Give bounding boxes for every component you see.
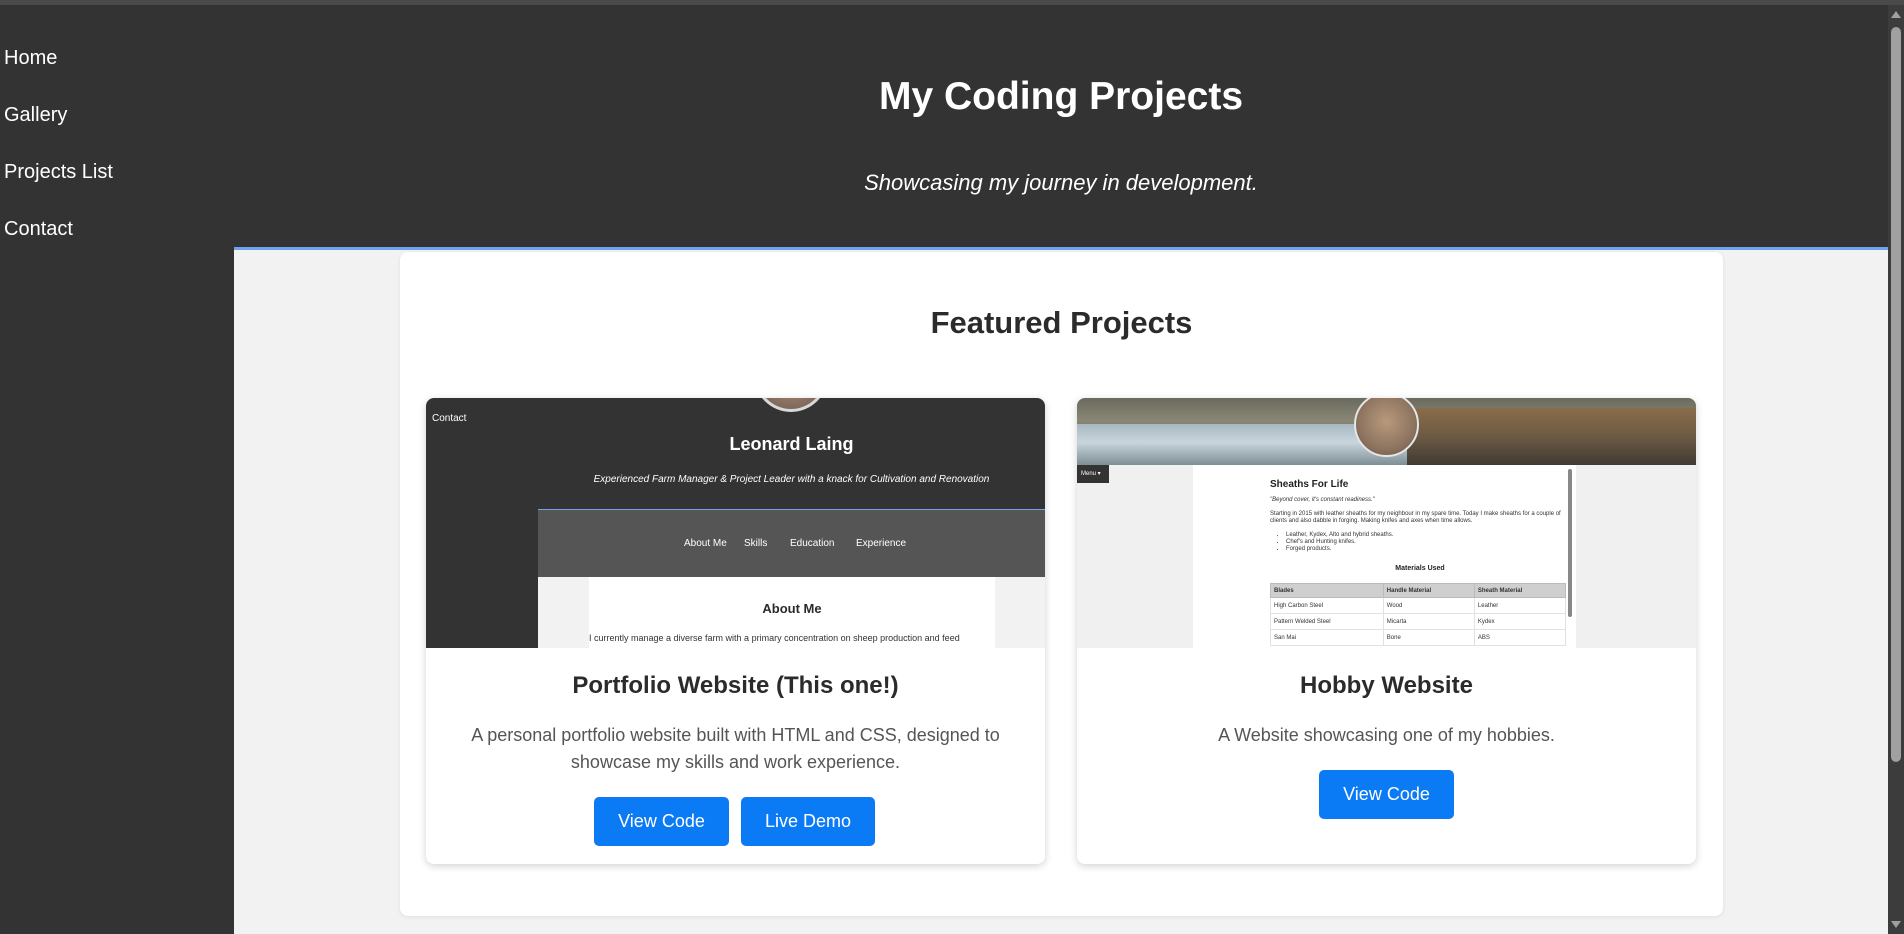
project-title: Hobby Website — [1300, 672, 1473, 699]
project-title: Portfolio Website (This one!) — [572, 672, 899, 699]
project-card-hobby: Menu ▾ Sheaths For Life "Beyond cover, i… — [1077, 398, 1696, 864]
list-item: Forged products. — [1286, 546, 1393, 553]
thumbnail-content: About Me I currently manage a diverse fa… — [589, 577, 995, 648]
sidebar-item-home[interactable]: Home — [4, 47, 57, 70]
thumbnail-content: Sheaths For Life "Beyond cover, it's con… — [1193, 465, 1576, 648]
page-scrollbar[interactable] — [1888, 5, 1904, 934]
table-row: San Mai Bone ABS — [1270, 629, 1567, 646]
thumbnail-hills-image — [1407, 408, 1696, 465]
main-content: Featured Projects Contact Leonard Laing … — [234, 250, 1888, 934]
table-row: High Carbon Steel Wood Leather — [1270, 597, 1567, 614]
sidebar-item-gallery[interactable]: Gallery — [4, 104, 67, 127]
live-demo-button[interactable]: Live Demo — [741, 797, 875, 846]
thumbnail-scrollbar — [1568, 469, 1572, 617]
thumbnail-nav-item: Experience — [856, 538, 907, 549]
page-tagline: Showcasing my journey in development. — [864, 170, 1258, 195]
project-thumbnail-portfolio: Contact Leonard Laing Experienced Farm M… — [426, 398, 1045, 648]
table-header-cell: Sheath Material — [1473, 583, 1567, 598]
table-cell: Pattern Welded Steel — [1270, 613, 1384, 630]
thumbnail-tagline: Experienced Farm Manager & Project Leade… — [593, 474, 990, 485]
table-header-row: Blades Handle Material Sheath Material — [1270, 583, 1567, 598]
thumbnail-nav-item: Education — [790, 538, 835, 549]
thumbnail-text: I currently manage a diverse farm with a… — [589, 633, 960, 643]
project-card-portfolio: Contact Leonard Laing Experienced Farm M… — [426, 398, 1045, 864]
table-cell: ABS — [1473, 629, 1567, 646]
page-title: My Coding Projects — [878, 75, 1244, 118]
table-cell: Leather — [1473, 597, 1567, 614]
thumbnail-table-title: Materials Used — [1395, 565, 1445, 572]
sidebar-item-contact[interactable]: Contact — [4, 218, 73, 241]
table-header-cell: Blades — [1270, 583, 1384, 598]
section-title: Featured Projects — [930, 305, 1193, 340]
scroll-down-arrow-icon[interactable] — [1891, 921, 1901, 928]
thumbnail-nav: About Me Skills Education Experience — [538, 510, 1045, 577]
thumbnail-nav-item: Skills — [744, 538, 768, 549]
sidebar: Home Gallery Projects List Contact — [0, 5, 234, 934]
view-code-button[interactable]: View Code — [594, 797, 729, 846]
sidebar-item-projects-list[interactable]: Projects List — [4, 161, 113, 184]
project-thumbnail-hobby: Menu ▾ Sheaths For Life "Beyond cover, i… — [1077, 398, 1696, 648]
table-cell: Micarta — [1382, 613, 1475, 630]
table-row: Pattern Welded Steel Micarta Kydex — [1270, 613, 1567, 630]
thumbnail-quote: "Beyond cover, it's constant readiness." — [1270, 497, 1375, 503]
materials-table: Blades Handle Material Sheath Material H… — [1270, 583, 1567, 646]
table-cell: High Carbon Steel — [1270, 597, 1384, 614]
list-item: Chef's and Hunting knifes. — [1286, 539, 1393, 546]
page-header: My Coding Projects Showcasing my journey… — [234, 5, 1888, 248]
project-description: A Website showcasing one of my hobbies. — [1218, 725, 1555, 745]
thumbnail-heading: About Me — [762, 601, 822, 616]
featured-projects-section: Featured Projects Contact Leonard Laing … — [400, 252, 1723, 916]
table-cell: Wood — [1382, 597, 1475, 614]
scrollbar-thumb[interactable] — [1891, 27, 1901, 762]
table-cell: San Mai — [1270, 629, 1384, 646]
table-header-cell: Handle Material — [1382, 583, 1475, 598]
thumbnail-list: Leather, Kydex, Alto and hybrid sheaths.… — [1278, 532, 1393, 553]
thumbnail-contact-link: Contact — [432, 413, 467, 424]
view-code-button[interactable]: View Code — [1319, 770, 1454, 819]
table-cell: Kydex — [1473, 613, 1567, 630]
thumbnail-heading: Sheaths For Life — [1270, 479, 1349, 490]
thumbnail-intro: Starting in 2015 with leather sheaths fo… — [1270, 511, 1561, 524]
thumbnail-nav-item: About Me — [684, 538, 727, 549]
list-item: Leather, Kydex, Alto and hybrid sheaths. — [1286, 532, 1393, 539]
project-description: A personal portfolio website built with … — [471, 725, 1000, 772]
thumbnail-menu: Menu ▾ — [1077, 465, 1109, 483]
scroll-up-arrow-icon[interactable] — [1891, 11, 1901, 18]
thumbnail-name: Leonard Laing — [729, 434, 854, 454]
table-cell: Bone — [1382, 629, 1475, 646]
